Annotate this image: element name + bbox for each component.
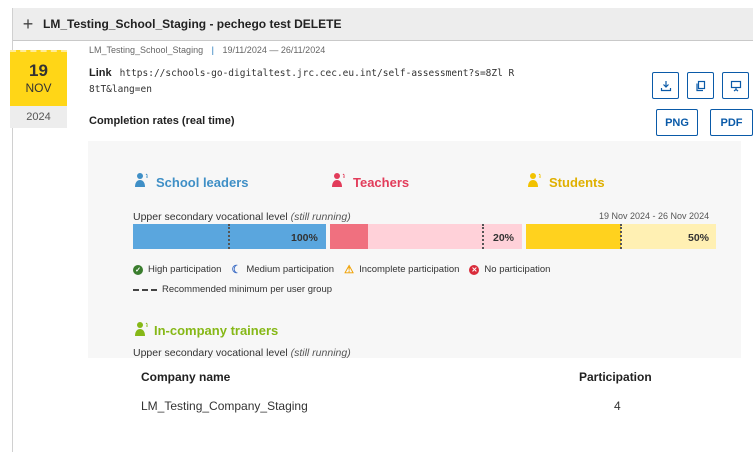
copy-icon — [695, 80, 705, 91]
school-name: LM_Testing_School_Staging — [89, 45, 204, 55]
group-students: Students — [527, 172, 605, 192]
group-school-leaders: School leaders — [134, 172, 248, 192]
teachers-value: 20% — [493, 232, 515, 244]
legend-recommended: Recommended minimum per user group — [133, 284, 332, 295]
leaders-label: School leaders — [156, 174, 249, 190]
teachers-icon — [331, 172, 347, 192]
leaders-min-marker — [228, 224, 230, 249]
close-icon: ✕ — [469, 264, 480, 275]
teachers-bar-fill — [330, 224, 368, 249]
group-teachers: Teachers — [331, 172, 409, 192]
students-bar-fill — [526, 224, 621, 249]
students-min-marker — [620, 224, 622, 249]
legend-incomplete: ⚠ Incomplete participation — [344, 264, 460, 276]
moon-icon: ☾ — [231, 264, 242, 276]
link-url[interactable]: https://schools-go-digitaltest.jrc.cec.e… — [89, 68, 514, 95]
expand-icon[interactable]: + — [13, 8, 43, 41]
download-button[interactable] — [652, 72, 679, 99]
presentation-button[interactable] — [722, 72, 749, 99]
legend-none: ✕ No participation — [469, 264, 550, 275]
date-badge: 19 NOV 2024 — [10, 50, 67, 128]
leaders-value: 100% — [291, 232, 318, 244]
link-row: Link https://schools-go-digitaltest.jrc.c… — [89, 65, 519, 98]
table-row-participation: 4 — [614, 399, 621, 413]
dash-sample — [133, 288, 157, 291]
check-icon: ✓ — [133, 264, 143, 275]
teachers-min-marker — [482, 224, 484, 249]
png-button[interactable]: PNG — [656, 109, 698, 136]
legend-high: ✓ High participation — [133, 264, 221, 275]
trainers-level-line: Upper secondary vocational level (still … — [133, 347, 351, 359]
students-label: Students — [549, 174, 605, 190]
download-icon — [660, 80, 671, 91]
presentation-icon — [730, 80, 741, 91]
level-line: Upper secondary vocational level (still … — [133, 211, 351, 223]
panel-title: LM_Testing_School_Staging - pechego test… — [43, 17, 342, 31]
teachers-label: Teachers — [353, 174, 410, 190]
meta-separator: | — [211, 45, 214, 55]
column-participation: Participation — [579, 370, 652, 384]
level-status: (still running) — [290, 211, 351, 223]
trainers-title: In-company trainers — [134, 321, 278, 340]
pdf-button[interactable]: PDF — [710, 109, 753, 136]
students-value: 50% — [688, 232, 710, 244]
date-year: 2024 — [10, 106, 67, 128]
period: 19/11/2024 — 26/11/2024 — [222, 45, 326, 55]
table-row-company: LM_Testing_Company_Staging — [141, 399, 308, 413]
date-range: 19 Nov 2024 - 26 Nov 2024 — [599, 211, 710, 221]
link-label: Link — [89, 67, 112, 79]
warning-icon: ⚠ — [344, 264, 354, 276]
leaders-icon — [134, 172, 150, 192]
trainers-icon — [134, 321, 150, 340]
students-icon — [527, 172, 543, 192]
column-company-name: Company name — [141, 370, 231, 384]
legend-medium: ☾ Medium participation — [231, 264, 335, 276]
legend: ✓ High participation ☾ Medium participat… — [133, 264, 560, 276]
completion-label: Completion rates (real time) — [89, 115, 235, 127]
date-month: NOV — [25, 81, 52, 95]
level-text: Upper secondary vocational level — [133, 211, 288, 223]
date-day: 19 — [29, 61, 48, 80]
meta-line: LM_Testing_School_Staging | 19/11/2024 —… — [89, 45, 325, 55]
panel-header[interactable]: + LM_Testing_School_Staging - pechego te… — [13, 8, 753, 41]
copy-button[interactable] — [687, 72, 714, 99]
